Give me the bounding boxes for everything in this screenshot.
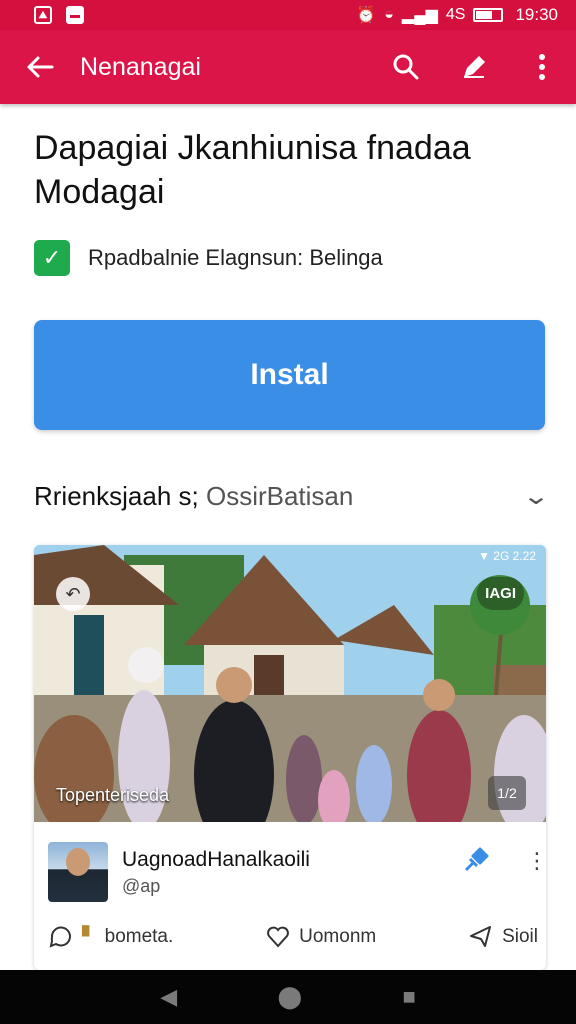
pin-icon[interactable] (460, 846, 490, 876)
search-button[interactable] (372, 30, 440, 104)
share-button[interactable]: Sioil (468, 924, 538, 950)
author-handle: @ap (122, 876, 161, 896)
app-bar-title: Nenanagai (80, 52, 201, 81)
photo-scene (34, 545, 546, 822)
verified-row: ✓ Rpadbalnie Elagnsun: Belinga (34, 240, 383, 276)
status-bar: ⛰ ▬ ⏰ ◒ ▂▄▆ 4S 19:30 (0, 0, 576, 30)
heart-icon (267, 926, 290, 948)
nav-recents-icon[interactable]: ■ (402, 984, 415, 1010)
install-button[interactable]: Instal (34, 320, 545, 430)
share-label: Sioil (502, 926, 538, 947)
photo-badge: IAGI (477, 577, 524, 610)
more-vert-icon[interactable]: ⋮ (526, 848, 546, 874)
image-icon: ⛰ (34, 6, 52, 24)
network-label: 4S (445, 6, 466, 23)
nav-home-icon[interactable]: ⬤ (277, 984, 302, 1010)
comment-label: bometa. (104, 926, 174, 947)
page-title: Dapagiai Jkanhiunisa fnadaa Modagai (34, 129, 471, 211)
share-icon (470, 926, 492, 947)
edit-button[interactable] (440, 30, 508, 104)
battery-icon (473, 8, 504, 22)
section-title-text: Rrienksjaah s; (34, 480, 199, 511)
app-bar: Nenanagai (0, 30, 576, 104)
share-photo-icon[interactable]: ↶ (56, 577, 90, 611)
clock: 19:30 (515, 5, 558, 24)
status-left-icons: ⛰ ▬ (34, 6, 84, 24)
status-right-icons: ⏰ ◒ ▂▄▆ 4S 19:30 (356, 5, 558, 25)
comment-icon (49, 926, 71, 948)
edit-icon (464, 56, 485, 78)
section-header[interactable]: Rrienksjaah s; OssirBatisan ⌄ (34, 474, 550, 518)
chevron-down-icon[interactable]: ⌄ (522, 482, 550, 511)
photo-status-text: ▼ 2G 2.22 (478, 549, 536, 563)
wifi-icon: ◒ (384, 6, 394, 23)
section-title: Rrienksjaah s; OssirBatisan (34, 481, 353, 512)
author-name[interactable]: UagnoadHanalkaoili (122, 848, 310, 872)
like-button[interactable]: Uomonm (265, 924, 376, 950)
message-icon: ▬ (66, 6, 84, 24)
search-icon (393, 54, 419, 80)
post-actions: ▘ bometa. Uomonm Sioil (48, 917, 538, 957)
avatar-face (66, 848, 90, 876)
author-row: UagnoadHanalkaoili @ap ⋮ (48, 842, 546, 904)
back-button[interactable] (0, 30, 80, 104)
post-card[interactable]: ▼ 2G 2.22 ↶ IAGI Topenteriseda 1/2 Uagno… (34, 545, 546, 970)
more-vert-icon (539, 54, 545, 80)
check-icon: ✓ (34, 240, 70, 276)
avatar[interactable] (48, 842, 108, 902)
photo-count-button[interactable]: 1/2 (488, 776, 526, 810)
like-label: Uomonm (299, 926, 377, 947)
signal-icon: ▂▄▆ (401, 7, 438, 24)
nav-back-icon[interactable]: ◀ (160, 984, 177, 1010)
alarm-icon: ⏰ (356, 7, 377, 24)
system-nav-bar: ◀ ⬤ ■ (0, 970, 576, 1024)
post-photo[interactable]: ▼ 2G 2.22 ↶ IAGI Topenteriseda 1/2 (34, 545, 546, 822)
arrow-back-icon (27, 56, 54, 78)
comment-button[interactable]: ▘ bometa. (48, 924, 173, 950)
section-subtitle: OssirBatisan (205, 480, 354, 511)
verified-text: Rpadbalnie Elagnsun: Belinga (88, 245, 383, 270)
bookmark-icon: ▘ (82, 926, 97, 948)
more-button[interactable] (508, 30, 576, 104)
photo-caption: Topenteriseda (56, 785, 170, 805)
